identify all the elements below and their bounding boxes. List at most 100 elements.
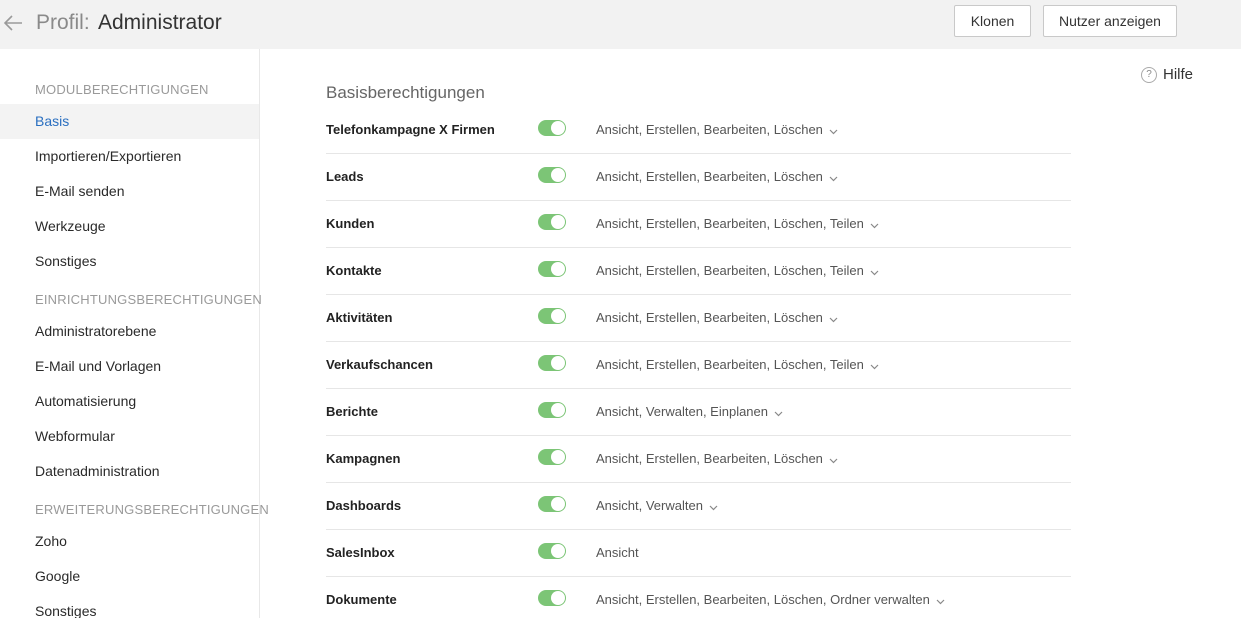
permission-value-text: Ansicht, Verwalten, Einplanen <box>596 404 768 419</box>
permission-toggle[interactable] <box>538 496 566 512</box>
toggle-knob <box>551 309 565 323</box>
sidebar-item-import-export[interactable]: Importieren/Exportieren <box>0 139 259 174</box>
permission-row: Dashboards Ansicht, Verwalten <box>326 483 1071 530</box>
sidebar-item-zoho[interactable]: Zoho <box>0 524 259 559</box>
sidebar-item-google[interactable]: Google <box>0 559 259 594</box>
permission-toggle[interactable] <box>538 214 566 230</box>
permission-toggle[interactable] <box>538 590 566 606</box>
toggle-knob <box>551 356 565 370</box>
chevron-down-icon[interactable] <box>829 311 838 326</box>
permission-row: Dokumente Ansicht, Erstellen, Bearbeiten,… <box>326 577 1071 618</box>
permission-value-dropdown[interactable]: Ansicht, Erstellen, Bearbeiten, Löschen,… <box>596 592 945 608</box>
permission-row: Berichte Ansicht, Verwalten, Einplanen <box>326 389 1071 436</box>
permission-value-text: Ansicht, Verwalten <box>596 498 703 513</box>
permission-list: Telefonkampagne X Firmen Ansicht, Erstell… <box>326 107 1071 618</box>
permission-toggle[interactable] <box>538 402 566 418</box>
permission-toggle[interactable] <box>538 261 566 277</box>
permission-name: Telefonkampagne X Firmen <box>326 122 495 137</box>
permission-name: Berichte <box>326 404 379 419</box>
sidebar-item-werkzeuge[interactable]: Werkzeuge <box>0 209 259 244</box>
permission-toggle[interactable] <box>538 543 566 559</box>
permission-value-dropdown[interactable]: Ansicht, Erstellen, Bearbeiten, Löschen,… <box>596 263 879 279</box>
permission-row: SalesInbox Ansicht <box>326 530 1071 577</box>
toggle-knob <box>551 544 565 558</box>
permission-name: Kunden <box>326 216 375 231</box>
toggle-knob <box>551 450 565 464</box>
permission-value-dropdown[interactable]: Ansicht, Erstellen, Bearbeiten, Löschen <box>596 310 838 326</box>
permission-row: Kampagnen Ansicht, Erstellen, Bearbeiten,… <box>326 436 1071 483</box>
permission-value-dropdown[interactable]: Ansicht, Erstellen, Bearbeiten, Löschen <box>596 451 838 467</box>
page-title-prefix: Profil: <box>36 11 90 34</box>
permission-toggle[interactable] <box>538 449 566 465</box>
permission-name: Dashboards <box>326 498 402 513</box>
permission-value-dropdown[interactable]: Ansicht, Verwalten <box>596 498 718 514</box>
sidebar-item-sonstiges-erweiterung[interactable]: Sonstiges <box>0 594 259 618</box>
permission-name: Kontakte <box>326 263 382 278</box>
permission-row: Kontakte Ansicht, Erstellen, Bearbeiten, … <box>326 248 1071 295</box>
permission-value-dropdown[interactable]: Ansicht, Verwalten, Einplanen <box>596 404 783 420</box>
permission-value-dropdown[interactable]: Ansicht, Erstellen, Bearbeiten, Löschen <box>596 122 838 138</box>
permission-value-text: Ansicht, Erstellen, Bearbeiten, Löschen <box>596 451 823 466</box>
chevron-down-icon[interactable] <box>709 499 718 514</box>
toggle-knob <box>551 215 565 229</box>
top-bar: Profil: Administrator Klonen Nutzer anze… <box>0 0 1241 49</box>
permission-toggle[interactable] <box>538 120 566 136</box>
permission-value-dropdown[interactable]: Ansicht, Erstellen, Bearbeiten, Löschen,… <box>596 357 879 373</box>
permission-value-text: Ansicht, Erstellen, Bearbeiten, Löschen,… <box>596 216 864 231</box>
chevron-down-icon[interactable] <box>829 452 838 467</box>
chevron-down-icon[interactable] <box>870 217 879 232</box>
chevron-down-icon[interactable] <box>829 170 838 185</box>
help-label: Hilfe <box>1163 66 1194 83</box>
toggle-knob <box>551 591 565 605</box>
permission-name: SalesInbox <box>326 545 395 560</box>
chevron-down-icon[interactable] <box>774 405 783 420</box>
sidebar-section-modul: MODULBERECHTIGUNGEN <box>35 82 209 97</box>
show-users-button[interactable]: Nutzer anzeigen <box>1043 5 1177 37</box>
permission-row: Aktivitäten Ansicht, Erstellen, Bearbeite… <box>326 295 1071 342</box>
sidebar-item-webformular[interactable]: Webformular <box>0 419 259 454</box>
permission-row: Kunden Ansicht, Erstellen, Bearbeiten, Lö… <box>326 201 1071 248</box>
permission-value-dropdown[interactable]: Ansicht, Erstellen, Bearbeiten, Löschen,… <box>596 216 879 232</box>
chevron-down-icon[interactable] <box>870 264 879 279</box>
chevron-down-icon[interactable] <box>870 358 879 373</box>
permission-value-dropdown[interactable]: Ansicht, Erstellen, Bearbeiten, Löschen <box>596 169 838 185</box>
toggle-knob <box>551 497 565 511</box>
permission-value-text: Ansicht, Erstellen, Bearbeiten, Löschen,… <box>596 592 930 607</box>
permission-value-text: Ansicht, Erstellen, Bearbeiten, Löschen,… <box>596 263 864 278</box>
help-icon: ? <box>1141 67 1157 83</box>
permission-row: Telefonkampagne X Firmen Ansicht, Erstell… <box>326 107 1071 154</box>
page-title: Administrator <box>98 11 222 34</box>
permission-value-text: Ansicht, Erstellen, Bearbeiten, Löschen <box>596 169 823 184</box>
permission-value-text: Ansicht, Erstellen, Bearbeiten, Löschen <box>596 122 823 137</box>
sidebar: MODULBERECHTIGUNGEN Basis Importieren/Ex… <box>0 49 269 618</box>
permission-name: Verkaufschancen <box>326 357 433 372</box>
toggle-knob <box>551 262 565 276</box>
permission-toggle[interactable] <box>538 308 566 324</box>
permission-name: Kampagnen <box>326 451 401 466</box>
toggle-knob <box>551 168 565 182</box>
toggle-knob <box>551 403 565 417</box>
permission-value-dropdown: Ansicht <box>596 545 639 560</box>
permission-row: Verkaufschancen Ansicht, Erstellen, Bearb… <box>326 342 1071 389</box>
permission-toggle[interactable] <box>538 167 566 183</box>
permission-value-text: Ansicht <box>596 545 639 560</box>
chevron-down-icon[interactable] <box>829 123 838 138</box>
arrow-left-icon[interactable] <box>2 12 24 34</box>
permission-row: Leads Ansicht, Erstellen, Bearbeiten, Lös… <box>326 154 1071 201</box>
permission-name: Dokumente <box>326 592 397 607</box>
chevron-down-icon[interactable] <box>936 593 945 608</box>
sidebar-item-basis[interactable]: Basis <box>0 104 259 139</box>
section-title: Basisberechtigungen <box>326 83 485 102</box>
clone-button[interactable]: Klonen <box>954 5 1031 37</box>
sidebar-item-administratorebene[interactable]: Administratorebene <box>0 314 259 349</box>
sidebar-section-erweiterung: ERWEITERUNGSBERECHTIGUNGEN <box>35 502 269 517</box>
permission-toggle[interactable] <box>538 355 566 371</box>
toggle-knob <box>551 121 565 135</box>
permission-value-text: Ansicht, Erstellen, Bearbeiten, Löschen <box>596 310 823 325</box>
permission-value-text: Ansicht, Erstellen, Bearbeiten, Löschen,… <box>596 357 864 372</box>
sidebar-item-datenadministration[interactable]: Datenadministration <box>0 454 259 489</box>
sidebar-item-automatisierung[interactable]: Automatisierung <box>0 384 259 419</box>
sidebar-item-email-vorlagen[interactable]: E-Mail und Vorlagen <box>0 349 259 384</box>
sidebar-item-email-senden[interactable]: E-Mail senden <box>0 174 259 209</box>
sidebar-item-sonstiges[interactable]: Sonstiges <box>0 244 259 279</box>
